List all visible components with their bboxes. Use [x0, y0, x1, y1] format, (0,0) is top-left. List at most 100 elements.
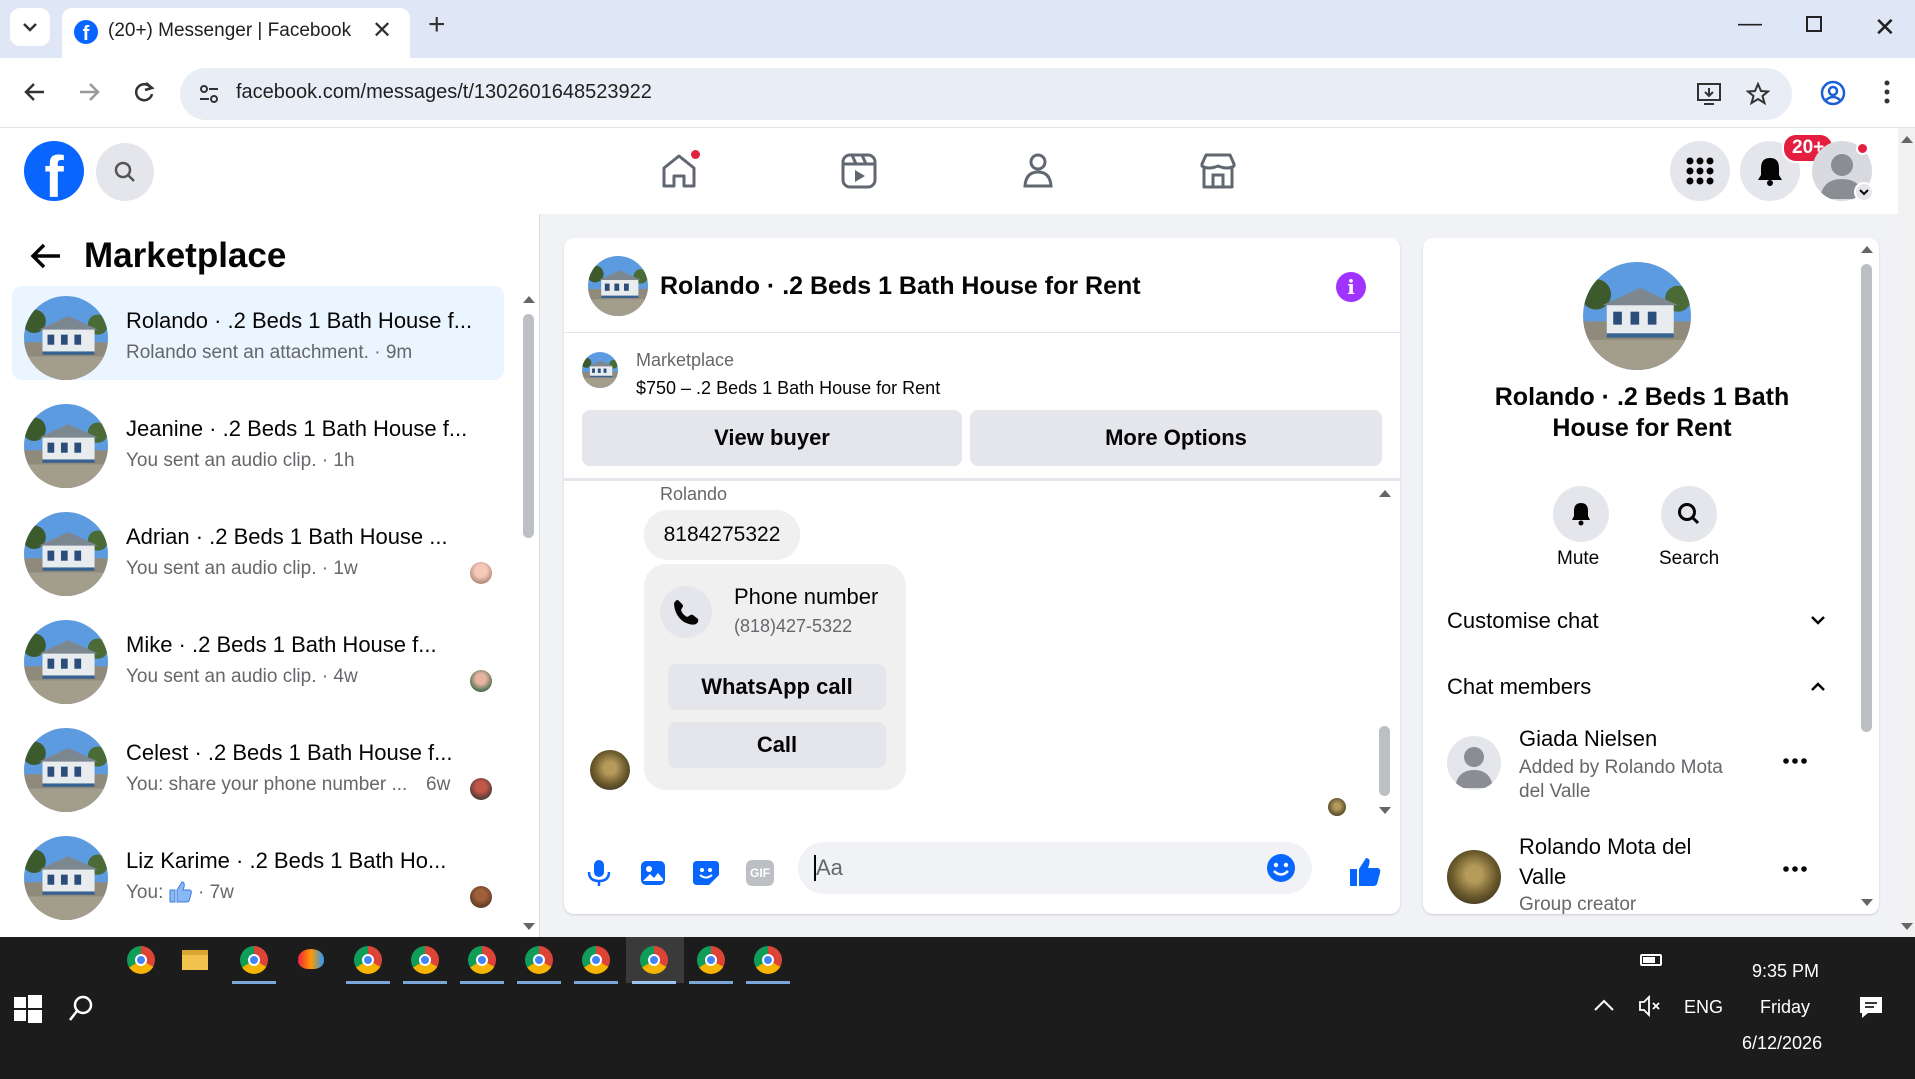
menu-button[interactable] [1670, 141, 1730, 201]
listing-thumbnail [24, 296, 108, 380]
info-scrollbar-thumb[interactable] [1861, 264, 1872, 732]
listing-title[interactable]: $750 – .2 Beds 1 Bath House for Rent [636, 378, 940, 399]
member-avatar [1447, 850, 1501, 904]
back-arrow-icon[interactable] [30, 242, 62, 270]
chevron-down-icon [23, 23, 37, 32]
call-button[interactable]: Call [668, 722, 886, 768]
marketplace-icon[interactable] [1198, 152, 1238, 190]
scroll-up-arrow-icon[interactable] [1900, 134, 1914, 144]
mute-button[interactable] [1553, 486, 1609, 542]
clock-date[interactable]: 6/12/2026 [1742, 1033, 1822, 1054]
whatsapp-call-button[interactable]: WhatsApp call [668, 664, 886, 710]
chat-title[interactable]: Rolando · .2 Beds 1 Bath House for Rent [660, 272, 1141, 301]
message-composer[interactable]: Aa [798, 842, 1312, 894]
chrome-profile-icon[interactable] [468, 946, 496, 974]
facebook-logo-icon[interactable]: f [24, 141, 84, 201]
scroll-down-arrow-icon[interactable] [522, 922, 536, 932]
account-chevron-icon[interactable] [1854, 182, 1874, 202]
chrome-profile-icon[interactable] [697, 946, 725, 974]
taskbar-active-indicator [746, 981, 790, 984]
battery-icon[interactable] [1640, 954, 1662, 966]
chat-members-row[interactable]: Chat members [1431, 660, 1831, 712]
conversation-item[interactable]: Rolando · .2 Beds 1 Bath House f... Rola… [12, 286, 504, 380]
clock-day[interactable]: Friday [1760, 997, 1810, 1018]
emoji-icon[interactable] [1266, 853, 1296, 883]
microphone-icon[interactable] [586, 858, 612, 888]
back-arrow-icon[interactable] [24, 82, 46, 102]
file-explorer-icon[interactable] [182, 950, 208, 970]
show-hidden-icons-icon[interactable] [1594, 999, 1614, 1011]
bookmark-star-icon[interactable] [1746, 82, 1770, 106]
conversation-item[interactable]: Jeanine · .2 Beds 1 Bath House f... You … [12, 394, 504, 488]
close-tab-icon[interactable]: ✕ [372, 16, 392, 45]
sidebar-title: Marketplace [84, 236, 287, 275]
conversation-item[interactable]: Celest · .2 Beds 1 Bath House f... You: … [12, 718, 504, 812]
search-button[interactable] [96, 143, 154, 201]
chat-scrollbar-thumb[interactable] [1379, 726, 1390, 796]
reload-icon[interactable] [132, 80, 156, 104]
thumbs-up-icon[interactable] [1348, 856, 1382, 888]
profile-icon[interactable] [1820, 80, 1846, 106]
scroll-down-arrow-icon[interactable] [1900, 922, 1914, 932]
chrome-profile-icon[interactable] [354, 946, 382, 974]
gif-button[interactable]: GIF [746, 860, 774, 886]
conversation-item[interactable]: Mike · .2 Beds 1 Bath House f... You sen… [12, 610, 504, 704]
chrome-icon[interactable] [240, 946, 268, 974]
site-info-icon[interactable] [198, 83, 220, 105]
paint-icon[interactable] [298, 949, 324, 969]
volume-muted-icon[interactable] [1638, 995, 1662, 1017]
message-text: 8184275322 [663, 523, 781, 546]
scroll-up-arrow-icon[interactable] [1860, 244, 1874, 254]
conversation-item[interactable]: Adrian · .2 Beds 1 Bath House ... You se… [12, 502, 504, 596]
video-icon[interactable] [840, 152, 878, 190]
address-bar[interactable]: facebook.com/messages/t/1302601648523922 [180, 68, 1792, 120]
customise-chat-row[interactable]: Customise chat [1431, 594, 1831, 646]
member-row[interactable]: Giada Nielsen Added by Rolando Mota del … [1431, 726, 1831, 826]
windows-start-icon[interactable] [14, 995, 42, 1023]
page-scrollbar[interactable] [1898, 128, 1915, 937]
view-buyer-button[interactable]: View buyer [582, 410, 962, 466]
forward-arrow-icon[interactable] [78, 82, 100, 102]
friends-icon[interactable] [1018, 152, 1058, 190]
new-tab-button[interactable]: + [428, 8, 446, 42]
sidebar-scrollbar-thumb[interactable] [523, 314, 534, 538]
input-language[interactable]: ENG [1684, 997, 1723, 1018]
chrome-profile-icon[interactable] [640, 946, 668, 974]
taskbar-active-indicator [574, 981, 618, 984]
chrome-icon[interactable] [127, 946, 155, 974]
restore-icon[interactable] [1806, 16, 1822, 32]
notification-center-icon[interactable] [1858, 995, 1884, 1019]
minimize-icon[interactable]: — [1738, 10, 1762, 38]
scroll-up-arrow-icon[interactable] [522, 294, 536, 304]
phone-number-card[interactable]: Phone number (818)427-5322 WhatsApp call… [644, 564, 906, 790]
install-app-icon[interactable] [1696, 82, 1722, 106]
chrome-profile-icon[interactable] [525, 946, 553, 974]
phone-icon-circle [660, 586, 712, 638]
chrome-profile-icon[interactable] [411, 946, 439, 974]
conversation-time: · 7w [198, 882, 234, 903]
taskbar-search-icon[interactable] [68, 995, 94, 1023]
chrome-profile-icon[interactable] [754, 946, 782, 974]
search-in-chat-button[interactable] [1661, 486, 1717, 542]
info-title: Rolando · .2 Beds 1 Bath House for Rent [1494, 383, 1790, 442]
tab-list-dropdown[interactable] [10, 8, 50, 46]
clock-time[interactable]: 9:35 PM [1752, 961, 1819, 982]
browser-menu-icon[interactable] [1884, 80, 1890, 104]
scroll-up-arrow-icon[interactable] [1378, 488, 1392, 498]
scroll-down-arrow-icon[interactable] [1860, 898, 1874, 908]
scroll-down-arrow-icon[interactable] [1378, 806, 1392, 816]
photo-icon[interactable] [640, 860, 666, 886]
more-options-icon[interactable] [1783, 758, 1807, 764]
browser-tab[interactable]: f (20+) Messenger | Facebook ✕ [62, 8, 410, 58]
chrome-profile-icon[interactable] [582, 946, 610, 974]
more-options-button[interactable]: More Options [970, 410, 1382, 466]
chat-header-thumbnail[interactable] [588, 256, 648, 316]
conversation-info-button[interactable]: i [1336, 272, 1366, 302]
member-row[interactable]: Rolando Mota del Valle Group creator [1431, 832, 1831, 914]
close-window-icon[interactable]: ✕ [1874, 12, 1896, 43]
sticker-icon[interactable] [692, 860, 720, 886]
url-text: facebook.com/messages/t/1302601648523922 [236, 81, 652, 103]
conversation-item[interactable]: Liz Karime · .2 Beds 1 Bath Ho... You: ·… [12, 826, 504, 920]
more-options-icon[interactable] [1783, 866, 1807, 872]
message-bubble[interactable]: 8184275322 [644, 510, 800, 560]
